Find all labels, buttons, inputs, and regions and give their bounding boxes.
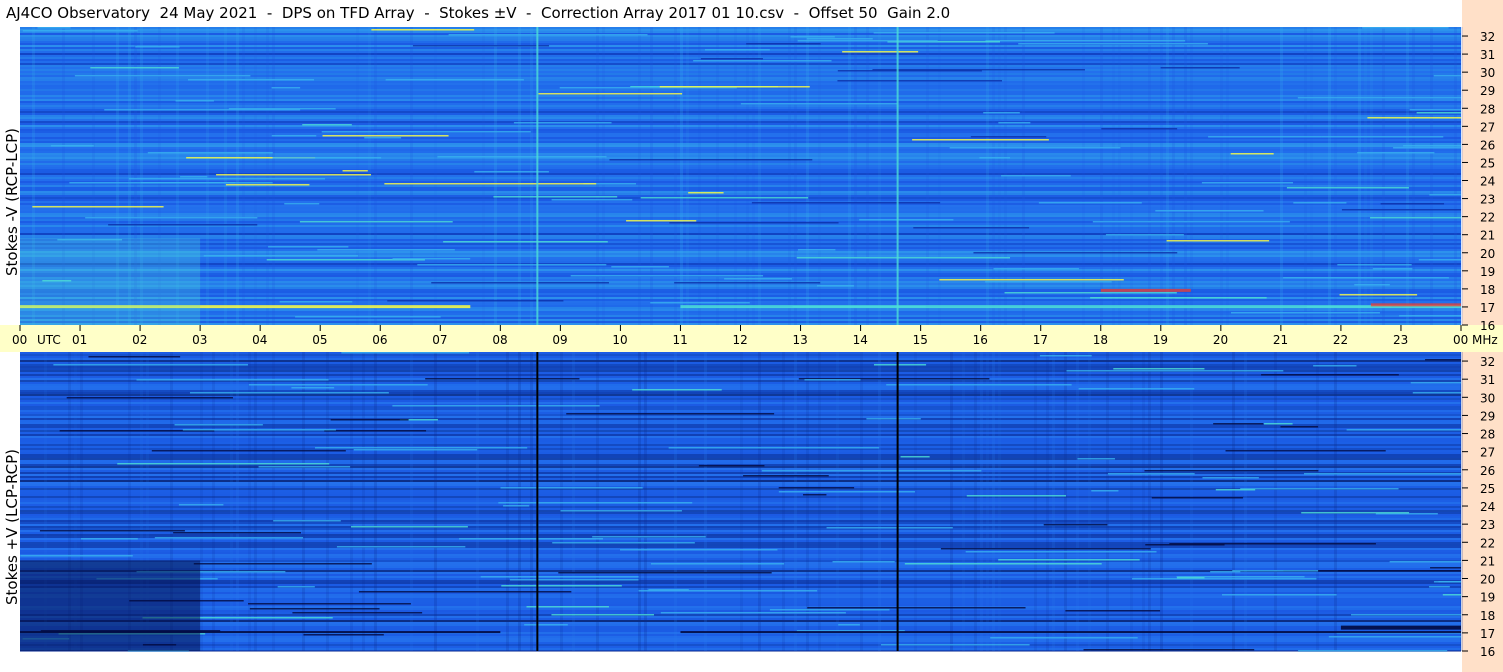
bright-line-1 [896,27,899,325]
ytick-label-0-23: 23 [1480,193,1495,207]
ytick-label-1-23: 23 [1480,518,1495,532]
xtick-label-10: 10 [612,333,627,347]
ytick-label-0-20: 20 [1480,247,1495,261]
ytick-label-1-22: 22 [1480,536,1495,550]
xtick-label-17: 17 [1033,333,1048,347]
ytick-label-1-28: 28 [1480,428,1495,442]
xtick-label-7: 07 [432,333,447,347]
xtick-label-18: 18 [1093,333,1108,347]
ytick-label-1-16: 16 [1480,645,1495,659]
xtick-label-19: 19 [1153,333,1168,347]
ytick-label-0-32: 32 [1480,30,1495,44]
ytick-label-1-19: 19 [1480,591,1495,605]
xtick-label-16: 16 [973,333,988,347]
ytick-label-1-29: 29 [1480,409,1495,423]
ytick-label-1-27: 27 [1480,446,1495,460]
xtick-label-6: 06 [372,333,387,347]
mhz-label: MHz [1472,333,1498,347]
ytick-label-1-25: 25 [1480,482,1495,496]
ytick-label-1-24: 24 [1480,500,1495,514]
xtick-label-22: 22 [1333,333,1348,347]
xtick-label-0: 00 [12,333,27,347]
ytick-label-0-16: 16 [1480,319,1495,333]
xtick-label-21: 21 [1273,333,1288,347]
ytick-label-0-29: 29 [1480,84,1495,98]
ytick-label-1-17: 17 [1480,627,1495,641]
ytick-label-1-31: 31 [1480,373,1495,387]
ytick-label-0-19: 19 [1480,265,1495,279]
xtick-label-15: 15 [913,333,928,347]
xtick-label-13: 13 [793,333,808,347]
xtick-label-4: 04 [252,333,267,347]
xtick-label-20: 20 [1213,333,1228,347]
ytick-label-1-20: 20 [1480,573,1495,587]
dark-line-1 [896,352,899,651]
xtick-label-8: 08 [492,333,507,347]
xtick-label-2: 02 [132,333,147,347]
ytick-label-0-24: 24 [1480,175,1495,189]
ytick-label-1-26: 26 [1480,464,1495,478]
xtick-label-3: 03 [192,333,207,347]
ytick-label-0-17: 17 [1480,301,1495,315]
ytick-label-0-27: 27 [1480,120,1495,134]
xtick-label-23: 23 [1393,333,1408,347]
ytick-label-0-28: 28 [1480,102,1495,116]
top-spectrogram [20,27,1463,325]
ytick-label-0-22: 22 [1480,211,1495,225]
ytick-label-1-21: 21 [1480,554,1495,568]
ytick-label-1-30: 30 [1480,391,1495,405]
xtick-label-5: 05 [312,333,327,347]
ytick-label-0-31: 31 [1480,48,1495,62]
ytick-label-0-26: 26 [1480,138,1495,152]
top-panel-ylabel: Stokes -V (RCP-LCP) [3,128,21,276]
xtick-label-1: 01 [72,333,87,347]
ytick-label-0-21: 21 [1480,229,1495,243]
ytick-label-0-30: 30 [1480,66,1495,80]
ytick-label-1-18: 18 [1480,609,1495,623]
xtick-label-24: 00 [1453,333,1468,347]
ytick-label-0-18: 18 [1480,283,1495,297]
xtick-label-11: 11 [672,333,687,347]
dark-line-0 [536,352,539,651]
xtick-label-9: 09 [552,333,567,347]
utc-label: UTC [37,333,61,347]
bottom-spectrogram [20,352,1463,652]
xtick-label-14: 14 [853,333,868,347]
ytick-label-0-25: 25 [1480,156,1495,170]
bottom-panel-ylabel: Stokes +V (LCP-RCP) [3,449,21,605]
ytick-label-1-32: 32 [1480,355,1495,369]
bright-line-0 [536,27,539,325]
xtick-label-12: 12 [733,333,748,347]
spectrogram-chart: 32 31 30 29 28 27 26 25 24 23 22 21 20 19 18 17 16 32 31 30… [0,0,1503,672]
